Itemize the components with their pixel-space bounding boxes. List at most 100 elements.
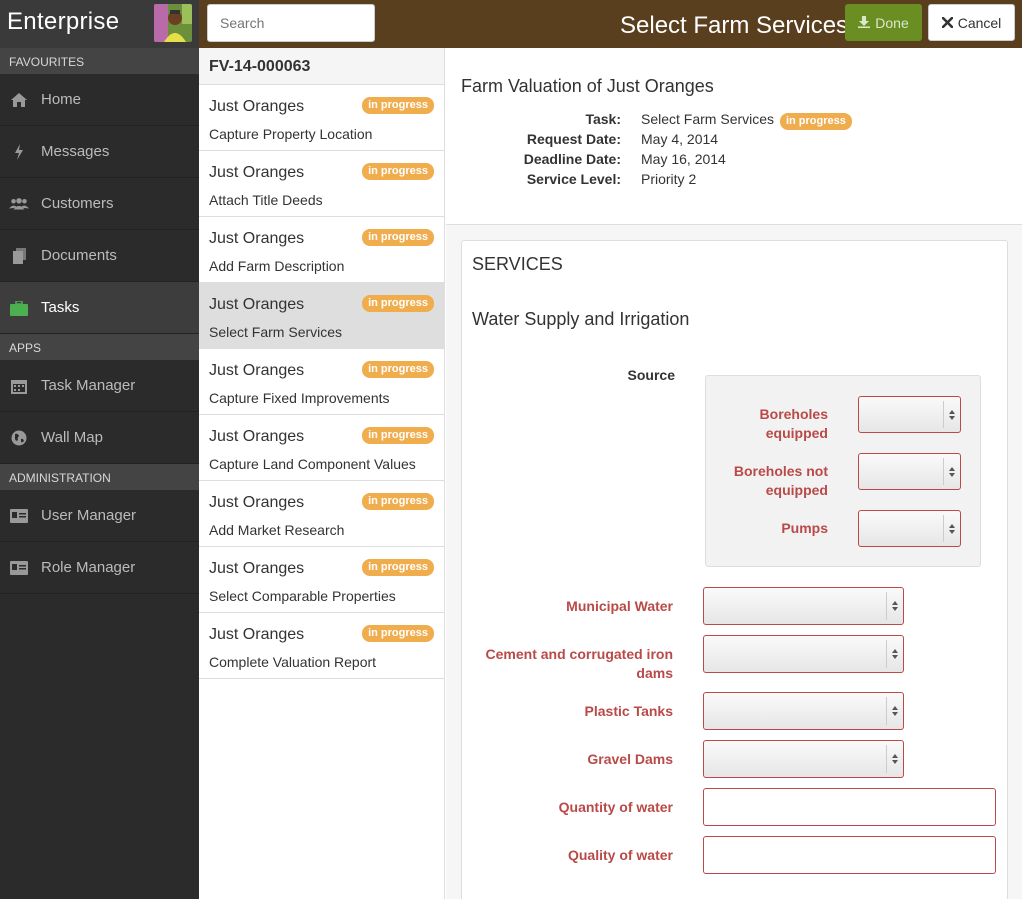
status-badge: in progress (362, 493, 434, 510)
label-line: equipped (765, 482, 828, 498)
cancel-button[interactable]: Cancel (928, 4, 1015, 41)
task-step: Complete Valuation Report (209, 654, 377, 670)
brand-bar: Enterprise (0, 0, 199, 48)
sidebar-item-user-manager[interactable]: User Manager (0, 490, 199, 542)
task-key: Task: (585, 111, 621, 127)
quality-of-water-label: Quality of water (462, 846, 673, 865)
task-name: Just Oranges (209, 98, 305, 115)
close-icon (941, 15, 954, 31)
quality-of-water-input[interactable] (703, 836, 996, 874)
boreholes-equipped-label: Boreholes equipped (706, 405, 828, 443)
status-badge: in progress (362, 427, 434, 444)
quantity-of-water-label: Quantity of water (462, 798, 673, 817)
task-step: Add Farm Description (209, 258, 345, 274)
gravel-dams-select[interactable] (703, 740, 904, 778)
cancel-button-label: Cancel (957, 14, 1002, 31)
status-badge: in progress (362, 163, 434, 180)
sidebar-item-label: Wall Map (41, 429, 103, 446)
stepper-arrows-icon (948, 409, 956, 420)
sidebar-item-label: Tasks (41, 299, 80, 316)
deadline-date-value: May 16, 2014 (641, 151, 726, 167)
task-item[interactable]: Just Oranges in progress Capture Fixed I… (199, 349, 444, 415)
status-badge: in progress (362, 559, 434, 576)
label-line: Gravel Dams (587, 751, 673, 767)
sidebar: Enterprise FAVOURITES Home Messages Cust… (0, 0, 199, 899)
quantity-of-water-input[interactable] (703, 788, 996, 826)
sidebar-item-tasks[interactable]: Tasks (0, 282, 199, 334)
services-panel: SERVICES Water Supply and Irrigation Sou… (461, 240, 1008, 899)
page-title: Select Farm Services (620, 12, 849, 39)
service-level-value: Priority 2 (641, 171, 697, 187)
done-button-label: Done (875, 14, 909, 31)
task-name: Just Oranges (209, 362, 305, 379)
task-name: Just Oranges (209, 164, 305, 181)
stepper-arrows-icon (891, 706, 899, 716)
home-icon (9, 90, 29, 110)
task-item[interactable]: Just Oranges in progress Add Market Rese… (199, 481, 444, 547)
request-date-key: Request Date: (526, 131, 621, 147)
label-line: Plastic Tanks (584, 703, 673, 719)
municipal-water-select[interactable] (703, 587, 904, 625)
select-divider (886, 697, 887, 725)
task-item[interactable]: Just Oranges in progress Capture Land Co… (199, 415, 444, 481)
task-item[interactable]: Just Oranges in progress Capture Propert… (199, 85, 444, 151)
task-item[interactable]: Just Oranges in progress Add Farm Descri… (199, 217, 444, 283)
avatar[interactable] (154, 4, 192, 42)
sidebar-item-messages[interactable]: Messages (0, 126, 199, 178)
sidebar-item-task-manager[interactable]: Task Manager (0, 360, 199, 412)
plastic-tanks-label: Plastic Tanks (462, 702, 673, 721)
section-favourites: FAVOURITES (0, 48, 199, 74)
sidebar-item-wall-map[interactable]: Wall Map (0, 412, 199, 464)
task-value: Select Farm Services (641, 111, 775, 127)
sidebar-item-customers[interactable]: Customers (0, 178, 199, 230)
status-badge: in progress (362, 229, 434, 246)
app-title: Enterprise (7, 8, 120, 35)
search-input[interactable] (207, 4, 375, 42)
section-administration: ADMINISTRATION (0, 464, 199, 490)
sidebar-item-home[interactable]: Home (0, 74, 199, 126)
source-label: Source (627, 367, 675, 383)
sidebar-item-label: Documents (41, 247, 117, 264)
task-value-group: Select Farm Services in progress (641, 111, 852, 130)
status-badge: in progress (362, 625, 434, 642)
sidebar-item-label: Task Manager (41, 377, 136, 394)
task-list-header: FV-14-000063 (199, 48, 444, 85)
task-name: Just Oranges (209, 494, 305, 511)
task-name: Just Oranges (209, 626, 305, 643)
task-step: Capture Property Location (209, 126, 373, 142)
sidebar-item-label: Home (41, 91, 82, 108)
valuation-title: Farm Valuation of Just Oranges (461, 76, 714, 96)
select-divider (886, 745, 887, 773)
cement-dams-select[interactable] (703, 635, 904, 673)
status-badge: in progress (779, 113, 852, 130)
sidebar-item-label: User Manager (41, 507, 137, 524)
stepper-arrows-icon (891, 601, 899, 611)
stepper-arrows-icon (891, 649, 899, 659)
done-button[interactable]: Done (845, 4, 922, 41)
label-line: Cement and corrugated iron (485, 646, 673, 662)
task-item-selected[interactable]: Just Oranges in progress Select Farm Ser… (199, 283, 444, 349)
boreholes-not-equipped-label: Boreholes not equipped (706, 462, 828, 500)
label-line: dams (636, 665, 673, 681)
task-step: Add Market Research (209, 522, 345, 538)
cement-dams-label: Cement and corrugated iron dams (462, 645, 673, 683)
boreholes-equipped-select[interactable] (858, 396, 961, 433)
task-item[interactable]: Just Oranges in progress Select Comparab… (199, 547, 444, 613)
task-item[interactable]: Just Oranges in progress Complete Valuat… (199, 613, 444, 679)
id-card-icon (9, 558, 29, 578)
label-line: Pumps (781, 520, 828, 536)
task-name: Just Oranges (209, 296, 305, 313)
id-card-icon (9, 506, 29, 526)
pumps-select[interactable] (858, 510, 961, 547)
calendar-icon (9, 376, 29, 396)
sidebar-item-label: Customers (41, 195, 114, 212)
plastic-tanks-select[interactable] (703, 692, 904, 730)
task-item[interactable]: Just Oranges in progress Attach Title De… (199, 151, 444, 217)
water-supply-heading: Water Supply and Irrigation (472, 309, 690, 329)
municipal-water-label: Municipal Water (462, 597, 673, 616)
deadline-date-key: Deadline Date: (523, 151, 621, 167)
sidebar-item-role-manager[interactable]: Role Manager (0, 542, 199, 594)
task-list: FV-14-000063 Just Oranges in progress Ca… (199, 48, 445, 899)
boreholes-not-equipped-select[interactable] (858, 453, 961, 490)
sidebar-item-documents[interactable]: Documents (0, 230, 199, 282)
